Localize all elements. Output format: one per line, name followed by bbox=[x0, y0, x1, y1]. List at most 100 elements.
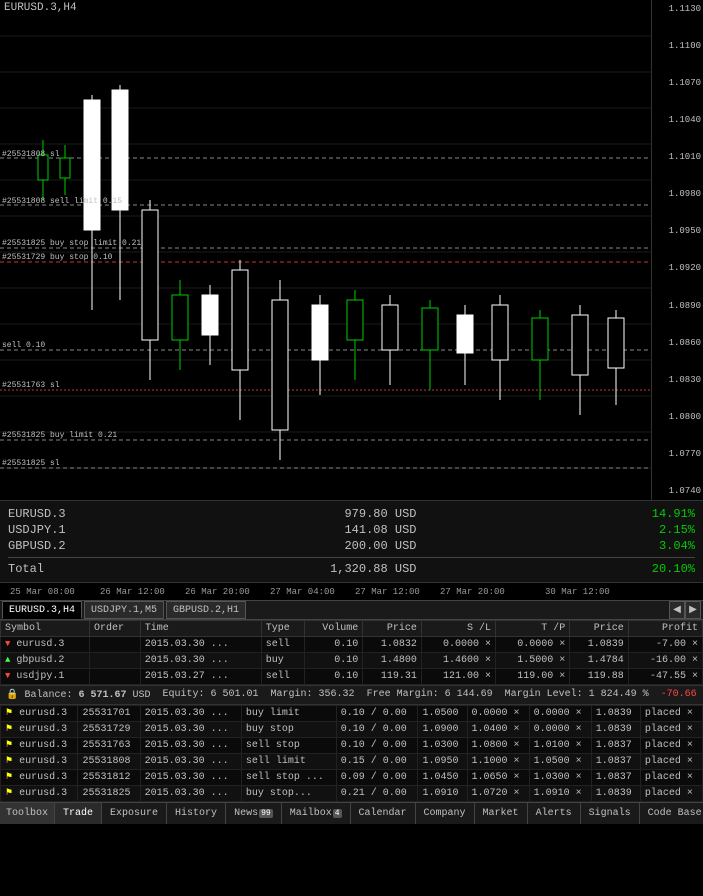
col-volume: Volume bbox=[304, 621, 363, 637]
summary-symbol-usdjpy: USDJPY.1 bbox=[8, 523, 108, 537]
summary-value-usdjpy: 141.08 USD bbox=[307, 523, 417, 537]
cell-price: 1.4800 bbox=[363, 653, 422, 669]
cell-time: 2015.03.27 ... bbox=[140, 669, 261, 685]
cell-order bbox=[90, 669, 141, 685]
cell-time: 2015.03.30 ... bbox=[140, 637, 261, 653]
orders-section: Symbol Order Time Type Volume Price S /L… bbox=[0, 620, 703, 802]
bottom-tabs: Toolbox Trade Exposure History News99 Ma… bbox=[0, 802, 703, 824]
summary-row-usdjpy: USDJPY.1 141.08 USD 2.15% bbox=[8, 523, 695, 537]
cell-symbol: ▼ eurusd.3 bbox=[1, 637, 90, 653]
toolbox-button[interactable]: Toolbox bbox=[0, 803, 55, 824]
cell-tp: 0.0000 × bbox=[496, 637, 570, 653]
summary-symbol-gbpusd: GBPUSD.2 bbox=[8, 539, 108, 553]
tab-trade[interactable]: Trade bbox=[55, 803, 102, 824]
tab-calendar[interactable]: Calendar bbox=[351, 803, 416, 824]
table-row: ⚑ eurusd.3 25531729 2015.03.30 ... buy s… bbox=[1, 722, 703, 738]
col-sl: S /L bbox=[421, 621, 495, 637]
summary-row-gbpusd: GBPUSD.2 200.00 USD 3.04% bbox=[8, 539, 695, 553]
cell-tp: 1.5000 × bbox=[496, 653, 570, 669]
summary-total-pct: 20.10% bbox=[615, 562, 695, 576]
tab-company[interactable]: Company bbox=[416, 803, 475, 824]
col-profit: Profit bbox=[628, 621, 702, 637]
chart-tab-usdjpy[interactable]: USDJPY.1,M5 bbox=[84, 601, 164, 619]
table-row: ▼ eurusd.3 2015.03.30 ... sell 0.10 1.08… bbox=[1, 637, 703, 653]
cell-type: sell bbox=[261, 669, 304, 685]
chart-title: EURUSD.3,H4 bbox=[4, 2, 77, 14]
time-axis: 25 Mar 08:00 26 Mar 12:00 26 Mar 20:00 2… bbox=[0, 582, 703, 600]
line-label-sell: sell 0.10 bbox=[2, 341, 45, 350]
time-label-7: 30 Mar 12:00 bbox=[545, 587, 610, 597]
col-price: Price bbox=[363, 621, 422, 637]
summary-row-eurusd: EURUSD.3 979.80 USD 14.91% bbox=[8, 507, 695, 521]
cell-profit: -7.00 × bbox=[628, 637, 702, 653]
table-row: ⚑ eurusd.3 25531763 2015.03.30 ... sell … bbox=[1, 738, 703, 754]
line-label-sell-limit: #25531808 sell limit 0.15 bbox=[2, 197, 122, 206]
chart-tabs-next[interactable]: ▶ bbox=[685, 601, 701, 619]
tab-signals[interactable]: Signals bbox=[581, 803, 640, 824]
cell-type: buy bbox=[261, 653, 304, 669]
cell-price: 119.31 bbox=[363, 669, 422, 685]
cell-type: sell bbox=[261, 637, 304, 653]
balance-row: 🔒 Balance: 6 571.67 USD Equity: 6 501.01… bbox=[0, 685, 703, 705]
table-row: ⚑ eurusd.3 25531825 2015.03.30 ... buy s… bbox=[1, 786, 703, 802]
cell-sl: 121.00 × bbox=[421, 669, 495, 685]
cell-profit: -47.55 × bbox=[628, 669, 702, 685]
mailbox-badge: 4 bbox=[333, 809, 342, 818]
news-badge: 99 bbox=[259, 809, 273, 818]
col-type: Type bbox=[261, 621, 304, 637]
time-label-6: 27 Mar 20:00 bbox=[440, 587, 505, 597]
tab-exposure[interactable]: Exposure bbox=[102, 803, 167, 824]
chart-tabs-prev[interactable]: ◀ bbox=[669, 601, 685, 619]
col-tp: T /P bbox=[496, 621, 570, 637]
cell-symbol: ▼ usdjpy.1 bbox=[1, 669, 90, 685]
cell-volume: 0.10 bbox=[304, 669, 363, 685]
cell-price: 1.0832 bbox=[363, 637, 422, 653]
line-label-buy-limit: #25531825 buy limit 0.21 bbox=[2, 431, 117, 440]
balance-label: 🔒 Balance: 6 571.67 USD bbox=[6, 689, 151, 701]
cell-profit: -16.00 × bbox=[628, 653, 702, 669]
table-row: ⚑ eurusd.3 25531812 2015.03.30 ... sell … bbox=[1, 770, 703, 786]
table-row: ⚑ eurusd.3 25531701 2015.03.30 ... buy l… bbox=[1, 706, 703, 722]
tab-codebase[interactable]: Code Base bbox=[640, 803, 703, 824]
cell-tp: 119.00 × bbox=[496, 669, 570, 685]
candlestick-chart bbox=[0, 0, 651, 500]
summary-total-row: Total 1,320.88 USD 20.10% bbox=[8, 557, 695, 576]
cell-cur-price: 1.4784 bbox=[570, 653, 629, 669]
summary-total-value: 1,320.88 USD bbox=[307, 562, 417, 576]
summary-pct-eurusd: 14.91% bbox=[615, 507, 695, 521]
time-label-5: 27 Mar 12:00 bbox=[355, 587, 420, 597]
summary-panel: EURUSD.3 979.80 USD 14.91% USDJPY.1 141.… bbox=[0, 500, 703, 582]
table-row: ▲ gbpusd.2 2015.03.30 ... buy 0.10 1.480… bbox=[1, 653, 703, 669]
time-label-4: 27 Mar 04:00 bbox=[270, 587, 335, 597]
line-label-buy-stop-limit: #25531825 buy stop limit 0.21 bbox=[2, 239, 141, 248]
tab-history[interactable]: History bbox=[167, 803, 226, 824]
cell-cur-price: 1.0839 bbox=[570, 637, 629, 653]
cell-order bbox=[90, 653, 141, 669]
total-profit-label: -70.66 bbox=[661, 689, 697, 701]
cell-order bbox=[90, 637, 141, 653]
line-label-buy-stop: #25531729 buy stop 0.10 bbox=[2, 253, 112, 262]
time-label-3: 26 Mar 20:00 bbox=[185, 587, 250, 597]
chart-tabs: EURUSD.3,H4 USDJPY.1,M5 GBPUSD.2,H1 ◀ ▶ bbox=[0, 600, 703, 620]
chart-tab-gbpusd[interactable]: GBPUSD.2,H1 bbox=[166, 601, 246, 619]
pending-orders-table: ⚑ eurusd.3 25531701 2015.03.30 ... buy l… bbox=[0, 705, 703, 802]
col-symbol: Symbol bbox=[1, 621, 90, 637]
cell-volume: 0.10 bbox=[304, 653, 363, 669]
orders-table: Symbol Order Time Type Volume Price S /L… bbox=[0, 620, 703, 685]
time-label-1: 25 Mar 08:00 bbox=[10, 587, 75, 597]
tab-alerts[interactable]: Alerts bbox=[528, 803, 581, 824]
summary-pct-gbpusd: 3.04% bbox=[615, 539, 695, 553]
table-row: ⚑ eurusd.3 25531808 2015.03.30 ... sell … bbox=[1, 754, 703, 770]
price-scale: 1.1130 1.1100 1.1070 1.1040 1.1010 1.098… bbox=[651, 0, 703, 500]
summary-pct-usdjpy: 2.15% bbox=[615, 523, 695, 537]
free-margin-label: Free Margin: 6 144.69 bbox=[367, 689, 493, 701]
cell-volume: 0.10 bbox=[304, 637, 363, 653]
tab-mailbox[interactable]: Mailbox4 bbox=[282, 803, 351, 824]
summary-value-eurusd: 979.80 USD bbox=[307, 507, 417, 521]
chart-tab-eurusd[interactable]: EURUSD.3,H4 bbox=[2, 601, 82, 619]
summary-symbol-eurusd: EURUSD.3 bbox=[8, 507, 108, 521]
tab-market[interactable]: Market bbox=[475, 803, 528, 824]
tab-news[interactable]: News99 bbox=[226, 803, 282, 824]
margin-level-label: Margin Level: 1 824.49 % bbox=[505, 689, 649, 701]
margin-label: Margin: 356.32 bbox=[271, 689, 355, 701]
